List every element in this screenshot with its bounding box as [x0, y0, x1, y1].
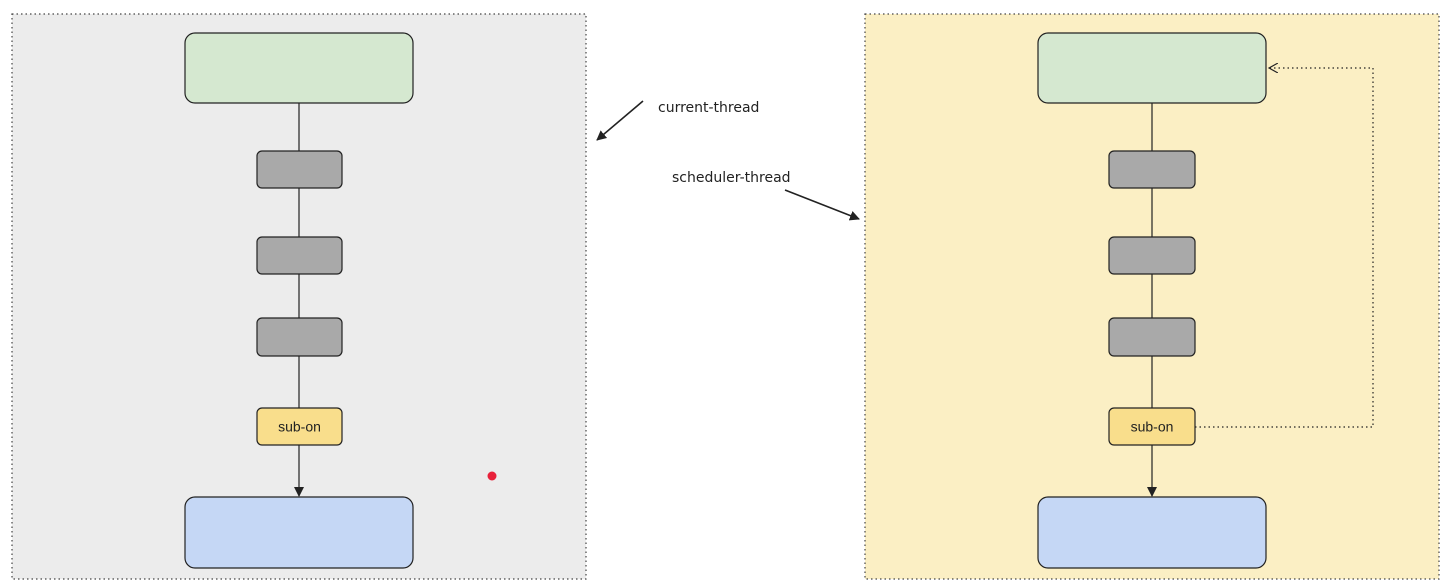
current-thread-callout-label: current-thread: [658, 100, 759, 116]
operator-node: [1108, 150, 1196, 189]
callouts: current-thread scheduler-thread: [596, 100, 860, 221]
sink-node: [184, 496, 414, 569]
operator-node: [256, 236, 343, 275]
operator-node: [1108, 236, 1196, 275]
sub-on-label: sub-on: [278, 419, 321, 435]
thread-diagram: sub-on current-thread scheduler-thread s…: [11, 13, 1440, 580]
current-thread-panel: sub-on: [11, 13, 587, 580]
operator-node: [256, 317, 343, 357]
scheduler-thread-callout-label: scheduler-thread: [672, 170, 791, 186]
sink-node: [1037, 496, 1267, 569]
current-thread-callout-arrow: [596, 100, 644, 141]
operator-node: [256, 150, 343, 189]
red-dot-marker: [487, 471, 497, 481]
source-node: [1037, 32, 1267, 104]
scheduler-thread-panel: sub-on: [864, 13, 1440, 580]
sub-on-label: sub-on: [1131, 419, 1174, 435]
source-node: [184, 32, 414, 104]
operator-node: [1108, 317, 1196, 357]
scheduler-thread-callout-arrow: [784, 189, 860, 221]
